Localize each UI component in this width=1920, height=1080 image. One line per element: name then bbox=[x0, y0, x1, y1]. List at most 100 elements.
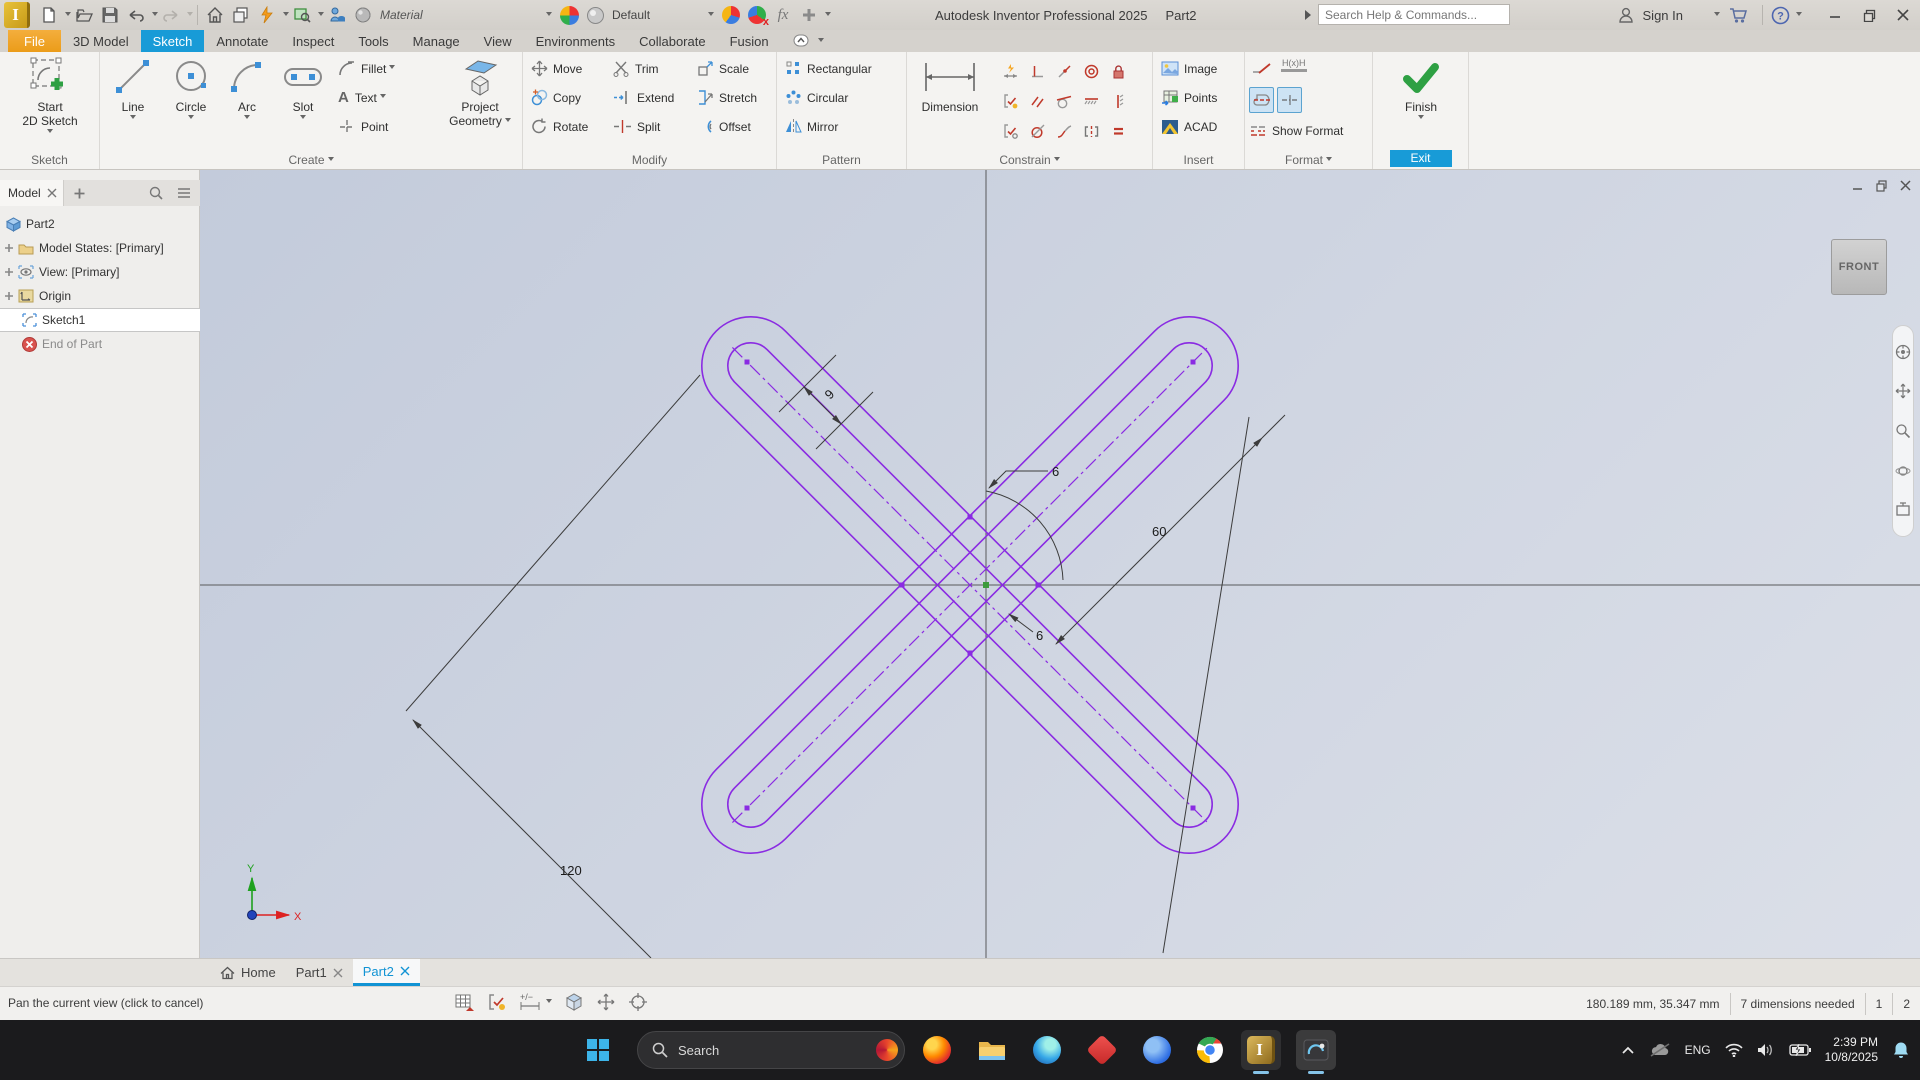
qat-add-icon[interactable] bbox=[796, 2, 822, 28]
tab-sketch[interactable]: Sketch bbox=[140, 30, 205, 52]
qat-customize-dropdown[interactable] bbox=[825, 11, 831, 19]
home-button[interactable] bbox=[202, 2, 228, 28]
browser-tab-model[interactable]: Model bbox=[0, 180, 64, 206]
points-button[interactable]: Points bbox=[1161, 83, 1241, 112]
tab-inspect[interactable]: Inspect bbox=[280, 30, 346, 52]
tab-fusion[interactable]: Fusion bbox=[718, 30, 781, 52]
dimension-6-bottom[interactable]: 6 bbox=[1008, 613, 1043, 643]
slot-button[interactable]: Slot bbox=[276, 54, 330, 122]
viewcube[interactable]: FRONT bbox=[1831, 239, 1887, 295]
redo-dropdown[interactable] bbox=[187, 11, 193, 19]
constraint-fix-button[interactable] bbox=[1110, 63, 1127, 83]
doc-close-icon[interactable] bbox=[1900, 180, 1912, 192]
tab-environments[interactable]: Environments bbox=[524, 30, 627, 52]
panel-label-modify[interactable]: Modify bbox=[523, 153, 776, 167]
rotate-button[interactable]: Rotate bbox=[531, 112, 605, 141]
driven-dimension-toggle[interactable] bbox=[1251, 60, 1273, 79]
slot-dropdown[interactable] bbox=[300, 115, 306, 122]
browser-node-model-states[interactable]: Model States: [Primary] bbox=[0, 236, 200, 260]
constraint-inference-icon[interactable] bbox=[487, 992, 507, 1012]
notification-bell-icon[interactable] bbox=[1892, 1041, 1910, 1059]
adjust-appearance-icon[interactable] bbox=[718, 2, 744, 28]
circle-dropdown[interactable] bbox=[188, 115, 194, 122]
ribbon-collapse-control[interactable] bbox=[781, 30, 836, 52]
panel-label-constrain[interactable]: Constrain bbox=[907, 153, 1152, 167]
doc-minimize-icon[interactable] bbox=[1852, 180, 1864, 192]
text-button[interactable]: A Text bbox=[338, 83, 436, 112]
pan-icon[interactable] bbox=[1895, 383, 1911, 399]
appearance-combo[interactable]: Default bbox=[608, 4, 718, 26]
constraint-coincident-button[interactable] bbox=[1056, 63, 1073, 83]
slice-graphics-icon[interactable] bbox=[564, 992, 584, 1012]
point-button[interactable]: Point bbox=[338, 112, 436, 141]
dimension-display-dropdown[interactable] bbox=[546, 998, 552, 1006]
start-2d-sketch-dropdown[interactable] bbox=[47, 129, 53, 136]
stretch-button[interactable]: Stretch bbox=[697, 83, 773, 112]
battery-icon[interactable] bbox=[1788, 1044, 1811, 1056]
circle-button[interactable]: Circle bbox=[164, 54, 218, 122]
expander-icon[interactable] bbox=[4, 243, 14, 253]
language-indicator[interactable]: ENG bbox=[1685, 1043, 1711, 1057]
browser-node-sketch1[interactable]: Sketch1 bbox=[0, 308, 200, 332]
dimension-button[interactable]: Dimension bbox=[911, 54, 989, 114]
new-window-icon[interactable] bbox=[228, 2, 254, 28]
color-wheel-icon[interactable] bbox=[556, 2, 582, 28]
taskbar-inventor-icon[interactable]: I bbox=[1241, 1030, 1281, 1074]
grid-snap-icon[interactable] bbox=[455, 992, 475, 1012]
constraint-horizontal-button[interactable] bbox=[1083, 93, 1100, 113]
dimension-120[interactable]: 120 bbox=[405, 374, 701, 958]
constraint-tangent-button[interactable] bbox=[1056, 93, 1073, 113]
constraint-show-constraints-button[interactable] bbox=[1002, 93, 1019, 113]
tab-collaborate[interactable]: Collaborate bbox=[627, 30, 718, 52]
panel-label-pattern[interactable]: Pattern bbox=[777, 153, 906, 167]
zoom-icon[interactable] bbox=[1895, 423, 1911, 439]
volume-icon[interactable] bbox=[1757, 1043, 1775, 1057]
browser-search-icon[interactable] bbox=[149, 186, 163, 200]
sign-in-dropdown[interactable] bbox=[1714, 11, 1720, 19]
browser-menu-icon[interactable] bbox=[177, 187, 191, 199]
start-2d-sketch-button[interactable]: Start 2D Sketch bbox=[18, 54, 82, 136]
constraint-parallel-button[interactable] bbox=[1029, 93, 1046, 113]
panel-label-create[interactable]: Create bbox=[100, 153, 522, 167]
taskbar-capture-tool-icon[interactable] bbox=[1296, 1030, 1336, 1074]
doc-tab-part1[interactable]: Part1 bbox=[286, 959, 353, 986]
taskbar-clock[interactable]: 2:39 PM 10/8/2025 bbox=[1825, 1035, 1878, 1065]
show-format-button[interactable]: Show Format bbox=[1249, 116, 1369, 145]
clear-appearance-icon[interactable]: x bbox=[744, 2, 770, 28]
constraint-collinear-button[interactable] bbox=[1029, 123, 1046, 143]
iproperties-button[interactable] bbox=[324, 2, 350, 28]
fillet-dropdown[interactable] bbox=[389, 65, 396, 72]
app-store-cart-icon[interactable] bbox=[1726, 2, 1752, 28]
look-at-icon[interactable] bbox=[1895, 502, 1911, 518]
help-search-input[interactable]: Search Help & Commands... bbox=[1318, 4, 1510, 25]
dimension-60[interactable]: 60 bbox=[1055, 414, 1286, 954]
browser-add-tab-button[interactable] bbox=[74, 188, 85, 199]
sketch-canvas[interactable]: 9 60 6 6 120 Y X FRONT bbox=[200, 170, 1920, 958]
doc-restore-icon[interactable] bbox=[1876, 180, 1888, 192]
line-dropdown[interactable] bbox=[130, 115, 136, 122]
project-geometry-button[interactable]: Project Geometry bbox=[444, 54, 516, 128]
open-button[interactable] bbox=[71, 2, 97, 28]
undo-button[interactable] bbox=[123, 2, 149, 28]
doc-tab-close-icon[interactable] bbox=[333, 968, 343, 978]
constraint-perpendicular-button[interactable] bbox=[1029, 63, 1046, 83]
browser-node-end-of-part[interactable]: End of Part bbox=[0, 332, 200, 356]
taskbar-file-explorer-icon[interactable] bbox=[972, 1030, 1012, 1070]
taskbar-firefox-icon[interactable] bbox=[917, 1030, 957, 1070]
precise-input-icon[interactable] bbox=[628, 992, 648, 1012]
orbit-icon[interactable] bbox=[1895, 463, 1911, 479]
arc-button[interactable]: Arc bbox=[222, 54, 272, 122]
browser-node-origin[interactable]: Origin bbox=[0, 284, 200, 308]
tab-file[interactable]: File bbox=[8, 30, 61, 52]
user-avatar-icon[interactable] bbox=[1613, 2, 1639, 28]
move-button[interactable]: Move bbox=[531, 54, 605, 83]
restore-button[interactable] bbox=[1852, 1, 1886, 29]
scale-button[interactable]: Scale bbox=[697, 54, 773, 83]
finish-sketch-button[interactable]: Finish bbox=[1389, 54, 1453, 122]
constraint-concentric-button[interactable] bbox=[1083, 63, 1100, 83]
constraint-settings-button[interactable] bbox=[1002, 123, 1019, 143]
split-button[interactable]: Split bbox=[613, 112, 689, 141]
browser-node-view[interactable]: View: [Primary] bbox=[0, 260, 200, 284]
appearance-sphere-icon[interactable] bbox=[582, 2, 608, 28]
fillet-button[interactable]: Fillet bbox=[338, 54, 436, 83]
